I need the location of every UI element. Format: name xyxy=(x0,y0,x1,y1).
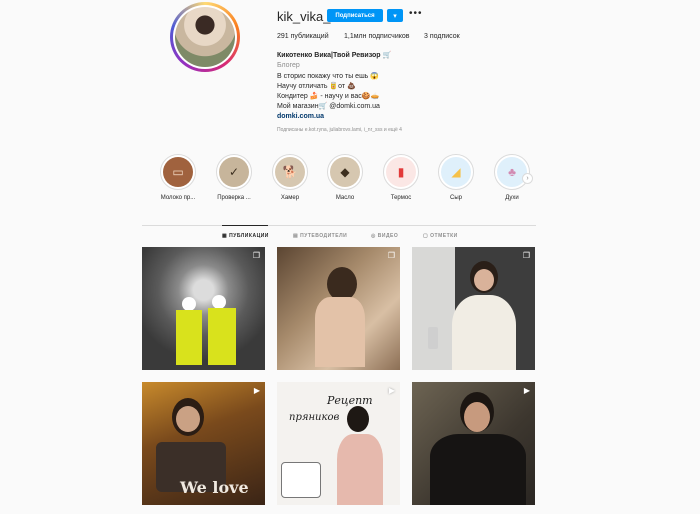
post-caption: We love xyxy=(180,478,249,497)
suggested-dropdown-button[interactable]: ▾ xyxy=(387,9,403,22)
highlight-label: Духи xyxy=(505,195,519,201)
butter-icon: ◆ xyxy=(330,157,360,187)
post-thumbnail[interactable]: ❐ xyxy=(142,247,265,370)
post-thumbnail[interactable]: We love ▶ xyxy=(142,382,265,505)
post-thumbnail[interactable]: ❐ xyxy=(412,247,535,370)
chevron-right-icon: › xyxy=(526,175,529,182)
check-icon: ✓ xyxy=(219,157,249,187)
highlight-label: Хамер xyxy=(280,195,300,201)
highlight-label: Масло xyxy=(335,195,355,201)
carousel-icon: ❐ xyxy=(252,251,260,260)
tab-video[interactable]: ◎ ВИДЕО xyxy=(371,233,398,239)
tab-label: ПУТЕВОДИТЕЛИ xyxy=(300,233,348,239)
tabs-divider xyxy=(142,225,536,226)
highlight-item[interactable]: ◆ Масло xyxy=(320,154,370,201)
bio-line: Научу отличать 🥫от 💩 xyxy=(277,83,356,90)
highlights-next-button[interactable]: › xyxy=(522,173,533,184)
followers-count[interactable]: 1,1млн подписчиков xyxy=(344,33,410,40)
posts-count: 291 публикаций xyxy=(277,33,329,40)
tab-guides[interactable]: ▤ ПУТЕВОДИТЕЛИ xyxy=(293,233,347,239)
more-horizontal-icon: ••• xyxy=(409,8,423,19)
follow-button[interactable]: Подписаться xyxy=(327,9,383,22)
perfume-icon: ♣ xyxy=(497,157,527,187)
profile-category: Блогер xyxy=(277,62,300,69)
video-icon: ▶ xyxy=(253,386,260,395)
post-thumbnail[interactable]: Рецепт пряников ▶ xyxy=(277,382,400,505)
tab-posts[interactable]: ▦ ПУБЛИКАЦИИ xyxy=(222,233,269,239)
thermos-icon: ▮ xyxy=(386,157,416,187)
carousel-icon: ❐ xyxy=(387,251,395,260)
more-options-button[interactable]: ••• xyxy=(409,8,423,19)
bio-line[interactable]: Мой магазин🛒 @domki.com.ua xyxy=(277,102,380,110)
cheese-icon: ◢ xyxy=(441,157,471,187)
highlight-item[interactable]: ✓ Проверка ... xyxy=(209,154,259,201)
post-thumbnail[interactable]: ❐ xyxy=(277,247,400,370)
post-caption: пряников xyxy=(289,412,340,423)
bio-line: В сторис покажу что ты ешь 😱 xyxy=(277,73,379,80)
highlight-label: Сыр xyxy=(450,195,462,201)
highlight-item[interactable]: ◢ Сыр xyxy=(431,154,481,201)
chevron-down-icon: ▾ xyxy=(393,12,397,20)
active-tab-indicator xyxy=(222,225,268,226)
tab-label: ПУБЛИКАЦИИ xyxy=(229,233,269,239)
milk-icon: ▭ xyxy=(163,157,193,187)
profile-avatar[interactable] xyxy=(170,2,240,72)
highlight-item[interactable]: 🐕 Хамер xyxy=(265,154,315,201)
followed-by-text[interactable]: Подписаны e.kot.ryna, juliabrovs.lami, i… xyxy=(277,127,402,133)
highlight-label: Проверка ... xyxy=(217,195,251,201)
tab-tagged[interactable]: ▢ ОТМЕТКИ xyxy=(423,233,458,239)
following-count[interactable]: 3 подписок xyxy=(424,33,460,40)
video-icon: ▶ xyxy=(388,386,395,395)
post-caption: Рецепт xyxy=(327,394,373,407)
profile-full-name: Кикотенко Вика|Твой Ревизор 🛒 xyxy=(277,52,392,59)
dog-icon: 🐕 xyxy=(275,157,305,187)
tag-icon: ▢ xyxy=(423,233,429,239)
username: kik_vika_ xyxy=(277,9,331,24)
highlight-label: Термос xyxy=(390,195,412,201)
bio-line: Кондитер 🍰 - научу и вас🍪🥧 xyxy=(277,93,380,100)
tab-label: ОТМЕТКИ xyxy=(430,233,458,239)
highlight-label: Молоко пр... xyxy=(160,195,196,201)
guide-icon: ▤ xyxy=(293,233,299,239)
tab-label: ВИДЕО xyxy=(377,233,399,239)
post-thumbnail[interactable]: ▶ xyxy=(412,382,535,505)
bio-website-link[interactable]: domki.com.ua xyxy=(277,113,324,120)
carousel-icon: ❐ xyxy=(522,251,530,260)
highlight-item[interactable]: ▮ Термос xyxy=(376,154,426,201)
highlight-item[interactable]: ▭ Молоко пр... xyxy=(153,154,203,201)
grid-icon: ▦ xyxy=(222,233,228,239)
video-icon: ◎ xyxy=(371,233,376,239)
video-icon: ▶ xyxy=(523,386,530,395)
